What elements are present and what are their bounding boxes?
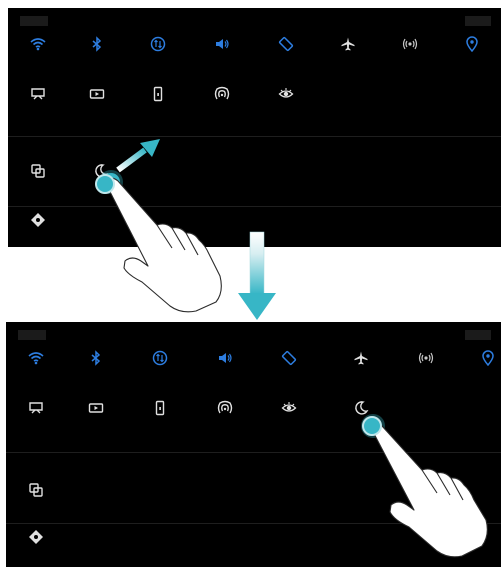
eye-comfort-tile[interactable] <box>259 400 319 440</box>
screen-recorder-tile[interactable] <box>66 400 126 440</box>
hotspot-icon <box>402 36 418 52</box>
do-not-disturb-tile[interactable] <box>331 400 391 440</box>
mobile-data-tile[interactable] <box>130 350 190 390</box>
eye-comfort-icon <box>278 86 294 102</box>
mobile-data-tile[interactable] <box>128 36 188 76</box>
airplane-tile[interactable] <box>318 36 378 76</box>
wifi-tile[interactable] <box>8 36 68 76</box>
sound-icon <box>217 350 233 366</box>
status-right <box>465 16 491 26</box>
hotspot-tile[interactable] <box>396 350 456 390</box>
divider <box>6 523 501 524</box>
hotspot-icon <box>418 350 434 366</box>
auto-rotate-icon <box>278 36 294 52</box>
status-left <box>20 16 48 26</box>
flashlight-tile[interactable] <box>128 86 188 126</box>
sound-icon <box>214 36 230 52</box>
wifi-icon <box>30 36 46 52</box>
screen-recorder-icon <box>88 400 104 416</box>
screenshot-tile[interactable] <box>6 400 66 440</box>
airplane-icon <box>353 350 369 366</box>
flashlight-icon <box>152 400 168 416</box>
bluetooth-icon <box>88 350 104 366</box>
location-tile[interactable] <box>458 350 501 390</box>
sound-tile[interactable] <box>192 36 252 76</box>
location-icon <box>480 350 496 366</box>
do-not-disturb-tile[interactable] <box>71 163 131 203</box>
bluetooth-icon <box>89 36 105 52</box>
mobile-data-icon <box>150 36 166 52</box>
do-not-disturb-icon <box>353 400 369 416</box>
auto-rotate-tile[interactable] <box>256 36 316 76</box>
screenshot-icon <box>30 86 46 102</box>
divider <box>8 136 501 137</box>
location-icon <box>464 36 480 52</box>
settings-diamond-icon <box>30 212 46 228</box>
nfc-icon <box>217 400 233 416</box>
quick-settings-panel-after <box>6 322 501 567</box>
nfc-tile[interactable] <box>195 400 255 440</box>
touch-point <box>102 173 120 191</box>
multi-screen-icon <box>28 482 44 498</box>
bluetooth-tile[interactable] <box>67 36 127 76</box>
airplane-icon <box>340 36 356 52</box>
bluetooth-tile[interactable] <box>66 350 126 390</box>
multi-screen-tile[interactable] <box>8 163 68 203</box>
screenshot-icon <box>28 400 44 416</box>
flashlight-icon <box>150 86 166 102</box>
screen-recorder-tile[interactable] <box>67 86 127 126</box>
nfc-tile[interactable] <box>192 86 252 126</box>
multi-screen-tile[interactable] <box>6 482 66 522</box>
auto-rotate-icon <box>281 350 297 366</box>
eye-comfort-tile[interactable] <box>256 86 316 126</box>
eye-comfort-icon <box>281 400 297 416</box>
location-tile[interactable] <box>442 36 501 76</box>
screen-recorder-icon <box>89 86 105 102</box>
airplane-tile[interactable] <box>331 350 391 390</box>
wifi-icon <box>28 350 44 366</box>
status-right <box>465 330 491 340</box>
sound-tile[interactable] <box>195 350 255 390</box>
screenshot-tile[interactable] <box>8 86 68 126</box>
wifi-tile[interactable] <box>6 350 66 390</box>
edit-tile[interactable] <box>6 529 66 567</box>
settings-diamond-icon <box>28 529 44 545</box>
edit-tile[interactable] <box>8 212 68 247</box>
status-left <box>18 330 46 340</box>
hotspot-tile[interactable] <box>380 36 440 76</box>
divider <box>6 452 501 453</box>
divider <box>8 206 501 207</box>
flashlight-tile[interactable] <box>130 400 190 440</box>
touch-point <box>364 417 382 435</box>
multi-screen-icon <box>30 163 46 179</box>
quick-settings-panel-before <box>8 8 501 247</box>
auto-rotate-tile[interactable] <box>259 350 319 390</box>
nfc-icon <box>214 86 230 102</box>
mobile-data-icon <box>152 350 168 366</box>
